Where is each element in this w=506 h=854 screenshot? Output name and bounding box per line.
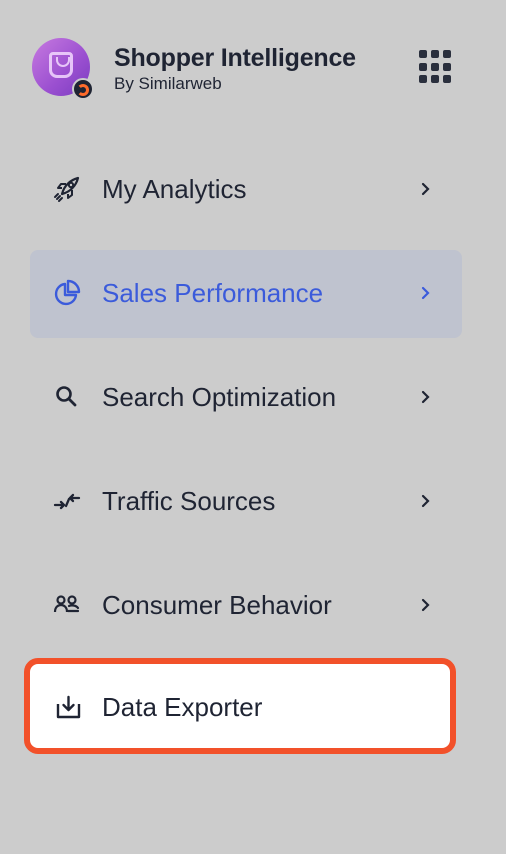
arrows-in-icon — [53, 493, 81, 510]
similarweb-badge-icon — [72, 78, 94, 100]
nav-item-consumer-behavior[interactable]: Consumer Behavior — [30, 562, 462, 650]
nav-item-label: My Analytics — [102, 174, 247, 204]
app-logo[interactable] — [32, 38, 94, 100]
app-title: Shopper Intelligence — [114, 44, 356, 72]
nav-item-search-optimization[interactable]: Search Optimization — [30, 354, 462, 442]
nav-item-label: Search Optimization — [102, 382, 337, 412]
rocket-icon — [54, 176, 80, 202]
search-icon — [56, 386, 77, 407]
nav-item-data-exporter[interactable]: Data Exporter — [24, 658, 456, 754]
apps-grid-icon[interactable] — [419, 50, 453, 84]
nav-item-label: Sales Performance — [102, 278, 324, 308]
chevron-right-icon — [421, 182, 430, 196]
sidebar-header: Shopper Intelligence By Similarweb — [0, 0, 506, 130]
nav-item-label: Traffic Sources — [102, 486, 276, 516]
nav-item-label: Data Exporter — [102, 692, 263, 722]
users-icon — [53, 595, 80, 613]
nav-item-sales-performance[interactable]: Sales Performance — [30, 250, 462, 338]
nav-item-label: Consumer Behavior — [102, 590, 332, 620]
pie-chart-icon — [54, 279, 81, 306]
chevron-right-icon — [421, 494, 430, 508]
nav-item-traffic-sources[interactable]: Traffic Sources — [30, 458, 462, 546]
chevron-right-icon — [421, 598, 430, 612]
chevron-right-icon — [421, 286, 430, 300]
download-icon — [56, 695, 81, 719]
chevron-right-icon — [421, 390, 430, 404]
shopping-bag-icon — [49, 52, 73, 78]
app-subtitle: By Similarweb — [114, 74, 222, 93]
nav-item-my-analytics[interactable]: My Analytics — [30, 146, 462, 234]
